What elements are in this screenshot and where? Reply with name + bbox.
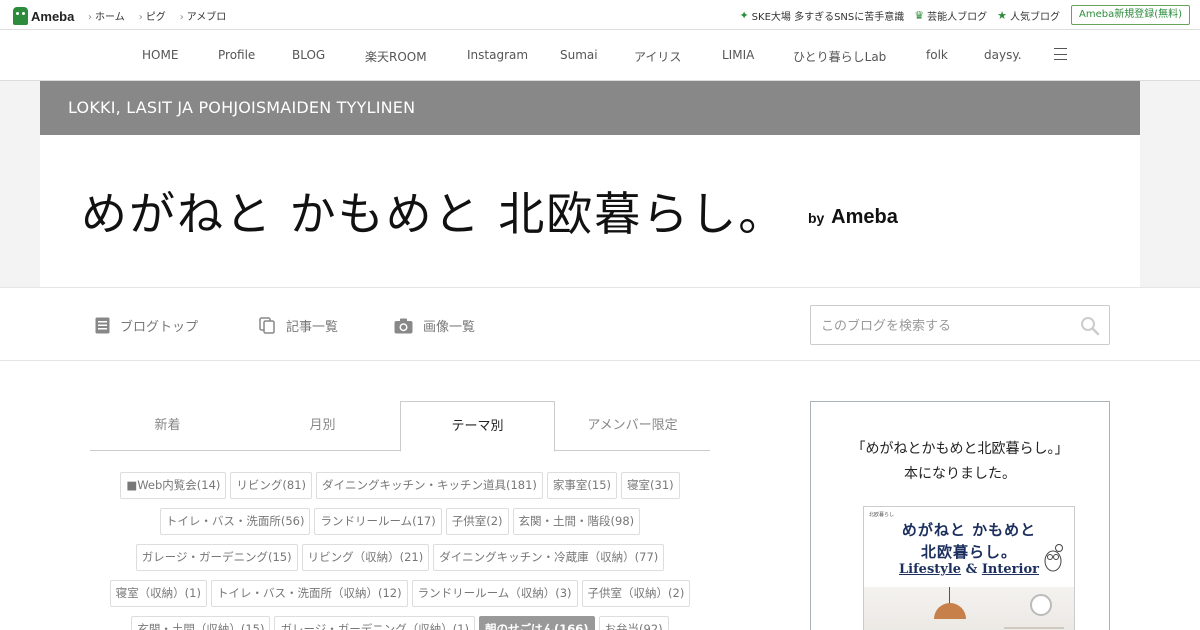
- top-utility-bar: Ameba ホーム ピグ アメブロ ✦ SKE大場 多すぎるSNSに苦手意識 ♛…: [0, 0, 1200, 30]
- promo-subheading: 本になりました。: [904, 466, 1016, 482]
- search-icon[interactable]: [1080, 316, 1100, 336]
- top-news-label: SKE大場 多すぎるSNSに苦手意識: [751, 12, 905, 23]
- popular-blog-label: 人気ブログ: [1010, 12, 1060, 23]
- by-ameba-logo: by Ameba: [808, 206, 898, 229]
- tab-amember-only[interactable]: アメンバー限定: [555, 401, 710, 451]
- nav-item-iris[interactable]: アイリス: [634, 48, 681, 65]
- popular-blog-link[interactable]: ★ 人気ブログ: [997, 8, 1060, 23]
- document-icon: [95, 317, 110, 334]
- images-list-link[interactable]: 画像一覧: [394, 316, 475, 335]
- theme-tag[interactable]: 子供室(2): [445, 508, 509, 535]
- top-links: ホーム ピグ アメブロ: [88, 8, 240, 23]
- archive-tabs: 新着 月別 テーマ別 アメンバー限定: [90, 401, 710, 452]
- blog-toolbar: ブログトップ 記事一覧 画像一覧: [0, 287, 1200, 361]
- theme-tag[interactable]: 家事室(15): [546, 472, 618, 499]
- top-news-link[interactable]: ✦ SKE大場 多すぎるSNSに苦手意識: [739, 8, 904, 23]
- nav-item-hitorigurashi-lab[interactable]: ひとり暮らしLab: [793, 48, 886, 65]
- images-list-label: 画像一覧: [423, 320, 476, 335]
- book-promo-box[interactable]: 「めがねとかもめと北欧暮らし。」 本になりました。 北欧暮らし めがねと かもめ…: [810, 401, 1110, 630]
- book-sub-amp: &: [961, 562, 982, 577]
- theme-tag-active[interactable]: 朝のせごはん(166): [479, 616, 595, 630]
- nav-item-limia[interactable]: LIMIA: [722, 48, 754, 62]
- wall-clock-icon: [1030, 594, 1052, 616]
- theme-tag[interactable]: お弁当(92): [598, 616, 669, 630]
- theme-tag[interactable]: トイレ・バス・洗面所(56): [159, 508, 311, 535]
- by-prefix: by: [808, 210, 825, 226]
- nav-item-instagram[interactable]: Instagram: [467, 48, 528, 62]
- crown-icon: ♛: [914, 9, 925, 22]
- copy-icon: [259, 317, 275, 334]
- theme-tag[interactable]: 寝室（収納）(1): [109, 580, 207, 607]
- theme-tag[interactable]: リビング（収納）(21): [301, 544, 430, 571]
- tab-by-theme[interactable]: テーマ別: [400, 401, 555, 452]
- promo-heading: 「めがねとかもめと北欧暮らし。」: [851, 441, 1069, 457]
- owl-illustration-icon: [1044, 544, 1063, 572]
- camera-icon: [394, 318, 413, 333]
- book-sub-interior: Interior: [981, 562, 1039, 577]
- top-link-home[interactable]: ホーム: [88, 8, 125, 23]
- by-brand: Ameba: [831, 206, 898, 228]
- top-link-ameblo[interactable]: アメブロ: [180, 8, 227, 23]
- wall-shelf: [1004, 627, 1064, 629]
- theme-tag[interactable]: ダイニングキッチン・キッチン道具(181): [316, 472, 543, 499]
- theme-tag[interactable]: 寝室(31): [621, 472, 680, 499]
- tab-latest[interactable]: 新着: [90, 401, 245, 451]
- menu-icon[interactable]: [1054, 48, 1067, 60]
- theme-tag[interactable]: 玄関・土間（収納）(15): [131, 616, 271, 630]
- nav-item-sumai[interactable]: Sumai: [560, 48, 598, 62]
- theme-row-4: 寝室（収納）(1) トイレ・バス・洗面所（収納）(12) ランドリールーム（収納…: [90, 580, 710, 607]
- blog-search-input[interactable]: [821, 316, 1071, 336]
- theme-row-5: 玄関・土間（収納）(15) ガレージ・ガーデニング（収納）(1) 朝のせごはん(…: [90, 616, 710, 630]
- theme-tag[interactable]: ガレージ・ガーデニング(15): [135, 544, 298, 571]
- ameba-logo-icon: [13, 7, 28, 25]
- blog-title[interactable]: めがねと かもめと 北欧暮らし。: [81, 178, 786, 244]
- theme-tag[interactable]: トイレ・バス・洗面所（収納）(12): [210, 580, 408, 607]
- nav-item-blog[interactable]: BLOG: [292, 48, 325, 62]
- theme-tag[interactable]: 玄関・土間・階段(98): [512, 508, 641, 535]
- nav-item-folk[interactable]: folk: [926, 48, 948, 62]
- book-cover-title-line1: めがねと かもめと: [901, 521, 1037, 539]
- header-subtitle: LOKKI, LASIT JA POHJOISMAIDEN TYYLINEN: [68, 98, 416, 117]
- theme-row-1: ■Web内覧会(14) リビング(81) ダイニングキッチン・キッチン道具(18…: [90, 472, 710, 499]
- nav-item-home[interactable]: HOME: [142, 48, 178, 62]
- nav-item-profile[interactable]: Profile: [218, 48, 255, 62]
- nav-item-rakuten-room[interactable]: 楽天ROOM: [365, 48, 427, 65]
- blog-search: [810, 305, 1110, 345]
- book-sub-lifestyle: Lifestyle: [899, 562, 962, 577]
- top-right-links: ✦ SKE大場 多すぎるSNSに苦手意識 ♛ 芸能人ブログ ★ 人気ブログ: [729, 8, 1060, 23]
- signup-button[interactable]: Ameba新規登録(無料): [1070, 5, 1190, 25]
- blog-top-link[interactable]: ブログトップ: [95, 316, 198, 335]
- celebrity-blog-link[interactable]: ♛ 芸能人ブログ: [914, 8, 987, 23]
- nav-item-daysy[interactable]: daysy.: [984, 48, 1022, 62]
- entries-list-label: 記事一覧: [286, 320, 339, 335]
- theme-tag[interactable]: ランドリールーム(17): [314, 508, 442, 535]
- theme-tag[interactable]: ランドリールーム（収納）(3): [411, 580, 578, 607]
- book-cover-small-text: 北欧暮らし: [869, 512, 895, 518]
- logo-text: Ameba: [31, 8, 75, 24]
- celebrity-blog-label: 芸能人ブログ: [927, 12, 988, 23]
- star-icon: ★: [997, 9, 1007, 22]
- ameba-logo[interactable]: Ameba: [13, 6, 74, 26]
- book-cover-image[interactable]: 北欧暮らし めがねと かもめと 北欧暮らし。 Lifestyle & Inter…: [863, 506, 1075, 630]
- theme-row-3: ガレージ・ガーデニング(15) リビング（収納）(21) ダイニングキッチン・冷…: [90, 544, 710, 571]
- theme-tag[interactable]: ガレージ・ガーデニング（収納）(1): [274, 616, 476, 630]
- theme-row-2: トイレ・バス・洗面所(56) ランドリールーム(17) 子供室(2) 玄関・土間…: [90, 508, 710, 535]
- blog-top-label: ブログトップ: [120, 320, 199, 335]
- tab-monthly[interactable]: 月別: [245, 401, 400, 451]
- theme-tag[interactable]: 子供室（収納）(2): [581, 580, 691, 607]
- sparkle-icon: ✦: [739, 9, 749, 22]
- theme-tag[interactable]: ダイニングキッチン・冷蔵庫（収納）(77): [433, 544, 665, 571]
- blog-nav: HOME Profile BLOG 楽天ROOM Instagram Sumai…: [0, 30, 1200, 81]
- top-link-pigg[interactable]: ピグ: [139, 8, 166, 23]
- theme-tag[interactable]: リビング(81): [230, 472, 312, 499]
- theme-tag[interactable]: ■Web内覧会(14): [120, 472, 227, 499]
- entries-list-link[interactable]: 記事一覧: [259, 316, 338, 335]
